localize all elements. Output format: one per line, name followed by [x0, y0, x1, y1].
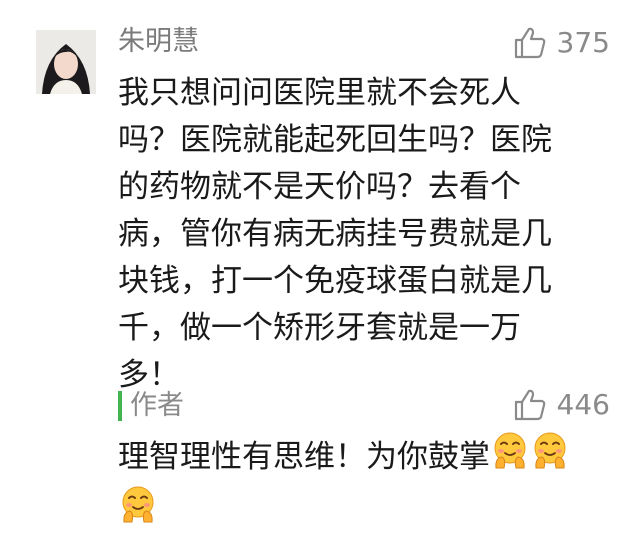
- thumbs-up-icon: [514, 27, 545, 59]
- author-label: 作者: [130, 390, 184, 421]
- comment-text: 我只想问问医院里就不会死人 吗？医院就能起死回生吗？医院 的药物就不是天价吗？去…: [118, 70, 598, 399]
- comment-text-line: 病，管你有病无病挂号费就是几: [118, 216, 552, 252]
- comment-like-button[interactable]: 375: [513, 26, 610, 60]
- reply-text: 理智理性有思维！为你鼓掌: [118, 430, 618, 538]
- reply-text-line: 理智理性有思维！为你鼓掌: [118, 430, 618, 484]
- comment-text-line: 千，做一个矫形牙套就是一万: [118, 310, 521, 346]
- reply-like-count: 446: [556, 388, 610, 421]
- comment-text-line: 块钱，打一个免疫球蛋白就是几: [118, 263, 552, 299]
- comment-username[interactable]: 朱明慧: [118, 24, 199, 60]
- comment-text-line: 吗？医院就能起死回生吗？医院: [118, 122, 552, 158]
- comment-text-line: 我只想问问医院里就不会死人: [118, 75, 521, 111]
- applause-emoji-icon: [530, 430, 570, 484]
- reply-text-content: 理智理性有思维！为你鼓掌: [118, 438, 490, 475]
- applause-emoji-icon: [118, 484, 158, 538]
- applause-emoji-icon: [490, 430, 530, 484]
- author-reply-header: 作者: [118, 388, 184, 424]
- comment-text-line: 的药物就不是天价吗？去看个: [118, 169, 521, 205]
- thumbs-up-icon: [514, 389, 545, 421]
- reply-text-line: [118, 484, 618, 538]
- avatar[interactable]: [36, 30, 96, 94]
- author-indicator-bar: [118, 391, 122, 421]
- comment-like-count: 375: [556, 26, 610, 59]
- reply-like-button[interactable]: 446: [513, 388, 610, 422]
